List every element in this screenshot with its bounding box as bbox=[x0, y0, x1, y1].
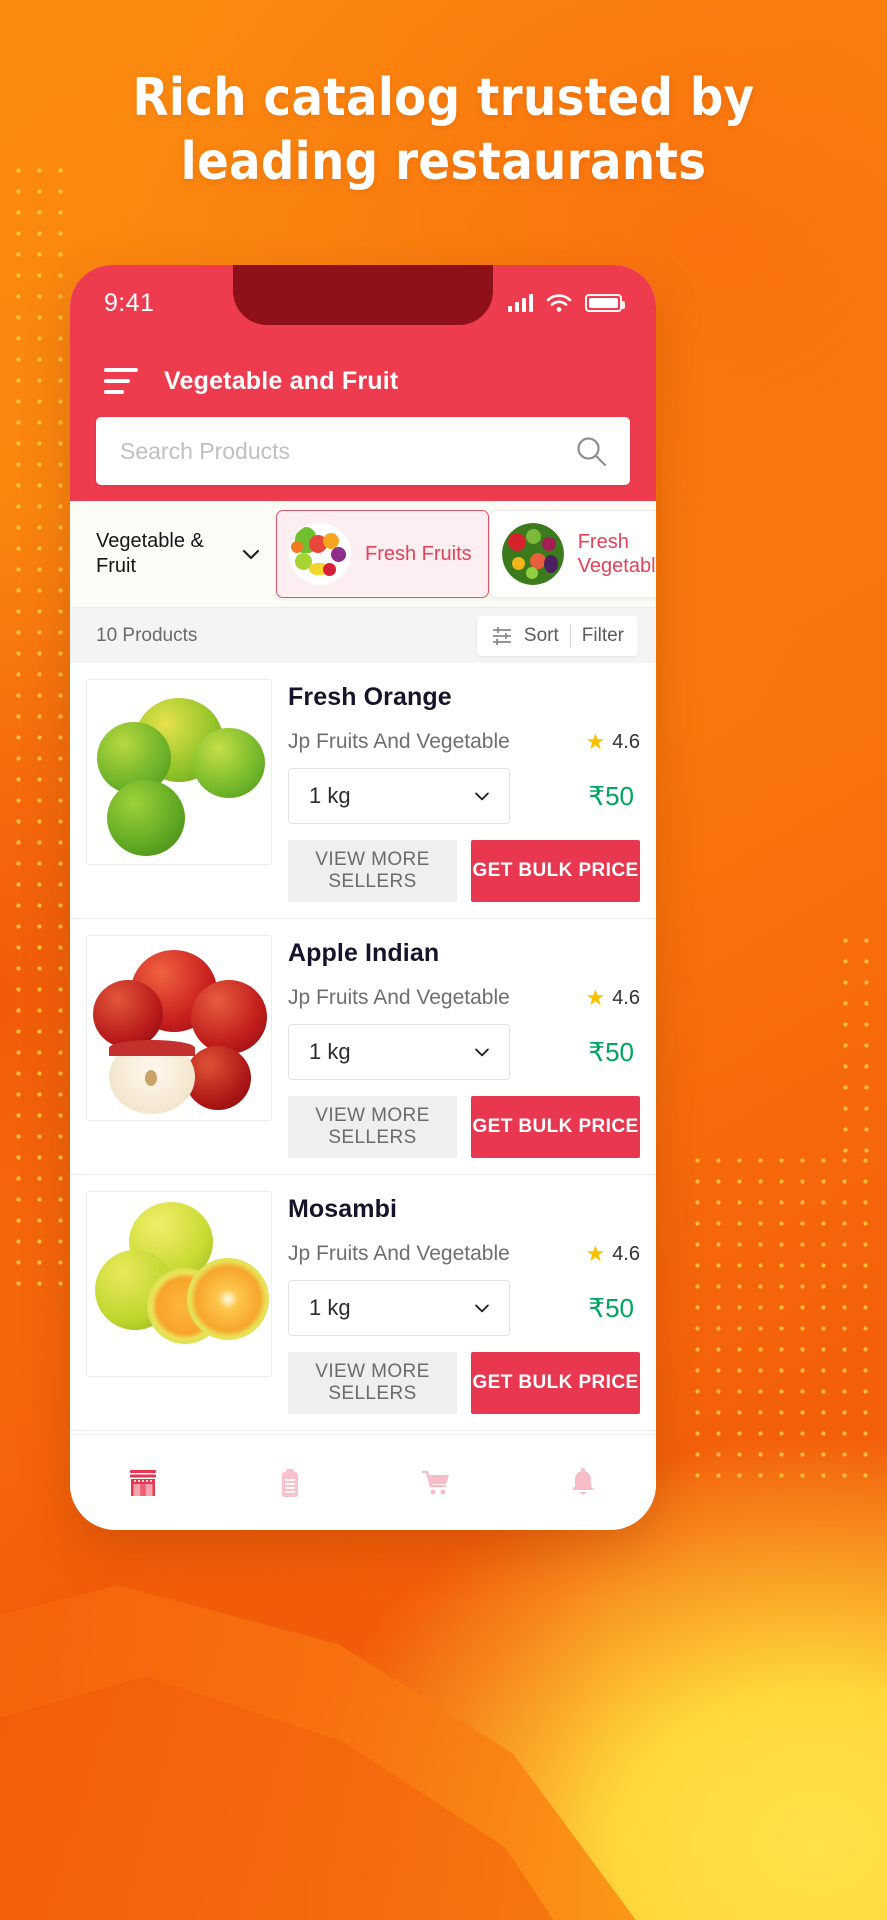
unit-select[interactable]: 1 kg bbox=[288, 1280, 510, 1336]
product-rating: ★ 4.6 bbox=[585, 987, 640, 1010]
sliders-icon[interactable] bbox=[491, 625, 513, 647]
chevron-down-icon[interactable] bbox=[471, 785, 493, 807]
product-list-header: 10 Products Sort Filter bbox=[70, 607, 656, 663]
unit-select-value: 1 kg bbox=[309, 783, 351, 808]
app-bar: Vegetable and Fruit bbox=[70, 337, 656, 411]
star-icon: ★ bbox=[585, 1241, 606, 1266]
product-seller: Jp Fruits And Vegetable bbox=[288, 730, 510, 753]
search-icon[interactable] bbox=[574, 434, 608, 468]
nav-item-cart[interactable] bbox=[404, 1457, 468, 1509]
product-name: Mosambi bbox=[288, 1195, 398, 1223]
hamburger-menu-icon[interactable] bbox=[104, 368, 138, 394]
filter-label[interactable]: Filter bbox=[582, 625, 624, 647]
nav-item-notifications[interactable] bbox=[551, 1457, 615, 1509]
product-list: Fresh Orange Jp Fruits And Vegetable ★ 4… bbox=[70, 663, 656, 1530]
shopping-cart-icon[interactable] bbox=[416, 1463, 456, 1503]
chevron-down-icon[interactable] bbox=[471, 1041, 493, 1063]
table-row[interactable]: Mosambi Jp Fruits And Vegetable ★ 4.6 1 … bbox=[70, 1175, 656, 1431]
table-row[interactable]: Apple Indian Jp Fruits And Vegetable ★ 4… bbox=[70, 919, 656, 1175]
star-icon: ★ bbox=[585, 729, 606, 754]
search-input[interactable] bbox=[120, 437, 574, 465]
product-rating: ★ 4.6 bbox=[585, 731, 640, 754]
product-name: Apple Indian bbox=[288, 939, 440, 967]
get-bulk-price-button[interactable]: GET BULK PRICE bbox=[471, 1352, 640, 1414]
get-bulk-price-button[interactable]: GET BULK PRICE bbox=[471, 840, 640, 902]
hero-headline: Rich catalog trusted by leading restaura… bbox=[0, 66, 887, 195]
phone-notch bbox=[233, 265, 493, 325]
category-strip: Vegetable & Fruit Fresh Fruits Fresh Veg… bbox=[70, 501, 656, 607]
vegetables-basket-thumb bbox=[501, 523, 564, 585]
sort-label[interactable]: Sort bbox=[524, 625, 559, 647]
fruits-basket-thumb bbox=[289, 523, 351, 585]
unit-select[interactable]: 1 kg bbox=[288, 1024, 510, 1080]
product-price: ₹50 bbox=[588, 1292, 634, 1323]
view-more-sellers-button[interactable]: VIEW MORE SELLERS bbox=[288, 1096, 457, 1158]
category-tab-label: Fresh Vegetables bbox=[577, 531, 656, 577]
app-bar-title: Vegetable and Fruit bbox=[164, 366, 399, 395]
unit-select-value: 1 kg bbox=[309, 1039, 351, 1064]
product-name: Fresh Orange bbox=[288, 683, 452, 711]
product-price: ₹50 bbox=[588, 780, 634, 811]
product-seller: Jp Fruits And Vegetable bbox=[288, 1242, 510, 1265]
product-price: ₹50 bbox=[588, 1036, 634, 1067]
chevron-down-icon[interactable] bbox=[471, 1297, 493, 1319]
status-bar: 9:41 bbox=[70, 265, 656, 337]
bg-dot-pattern-left bbox=[8, 160, 72, 1290]
mosambi-sweet-lime-photo bbox=[86, 1191, 272, 1377]
headline-line-1: Rich catalog trusted by bbox=[132, 68, 755, 128]
orders-clipboard-icon[interactable] bbox=[270, 1463, 310, 1503]
star-icon: ★ bbox=[585, 985, 606, 1010]
bg-dot-pattern-right bbox=[687, 1150, 877, 1480]
view-more-sellers-button[interactable]: VIEW MORE SELLERS bbox=[288, 840, 457, 902]
rating-value: 4.6 bbox=[612, 1242, 640, 1265]
product-seller: Jp Fruits And Vegetable bbox=[288, 986, 510, 1009]
table-row[interactable]: Fresh Orange Jp Fruits And Vegetable ★ 4… bbox=[70, 663, 656, 919]
category-tab-label: Fresh Fruits bbox=[365, 543, 472, 565]
product-count-label: 10 Products bbox=[96, 624, 198, 646]
unit-select-value: 1 kg bbox=[309, 1295, 351, 1320]
product-rating: ★ 4.6 bbox=[585, 1243, 640, 1266]
phone-mockup: 9:41 Vegetable and Fruit Vegetable & bbox=[70, 265, 656, 1530]
category-selector[interactable]: Vegetable & Fruit bbox=[82, 501, 276, 607]
green-oranges-photo bbox=[86, 679, 272, 865]
status-bar-clock: 9:41 bbox=[104, 288, 155, 317]
nav-item-orders[interactable] bbox=[258, 1457, 322, 1509]
signal-icon bbox=[507, 294, 533, 312]
get-bulk-price-button[interactable]: GET BULK PRICE bbox=[471, 1096, 640, 1158]
wifi-icon bbox=[546, 294, 572, 312]
headline-line-2: leading restaurants bbox=[180, 132, 707, 193]
search-section bbox=[70, 411, 656, 501]
rating-value: 4.6 bbox=[612, 730, 640, 753]
chevron-down-icon[interactable] bbox=[238, 541, 264, 567]
battery-icon bbox=[585, 294, 625, 312]
view-more-sellers-button[interactable]: VIEW MORE SELLERS bbox=[288, 1352, 457, 1414]
bell-icon[interactable] bbox=[563, 1463, 603, 1503]
sort-filter-control[interactable]: Sort Filter bbox=[476, 615, 638, 656]
search-bar[interactable] bbox=[96, 417, 630, 485]
nav-item-store[interactable] bbox=[111, 1457, 175, 1509]
category-tab-fresh-vegetables[interactable]: Fresh Vegetables bbox=[488, 510, 656, 598]
rating-value: 4.6 bbox=[612, 986, 640, 1009]
red-apples-photo bbox=[86, 935, 272, 1121]
store-icon[interactable] bbox=[123, 1463, 163, 1503]
category-tab-fresh-fruits[interactable]: Fresh Fruits bbox=[276, 510, 489, 598]
bottom-navigation bbox=[70, 1434, 656, 1530]
category-selector-label: Vegetable & Fruit bbox=[96, 530, 204, 577]
sort-filter-divider bbox=[569, 624, 571, 647]
unit-select[interactable]: 1 kg bbox=[288, 768, 510, 824]
bg-dot-pattern-right-upper bbox=[835, 930, 881, 1160]
